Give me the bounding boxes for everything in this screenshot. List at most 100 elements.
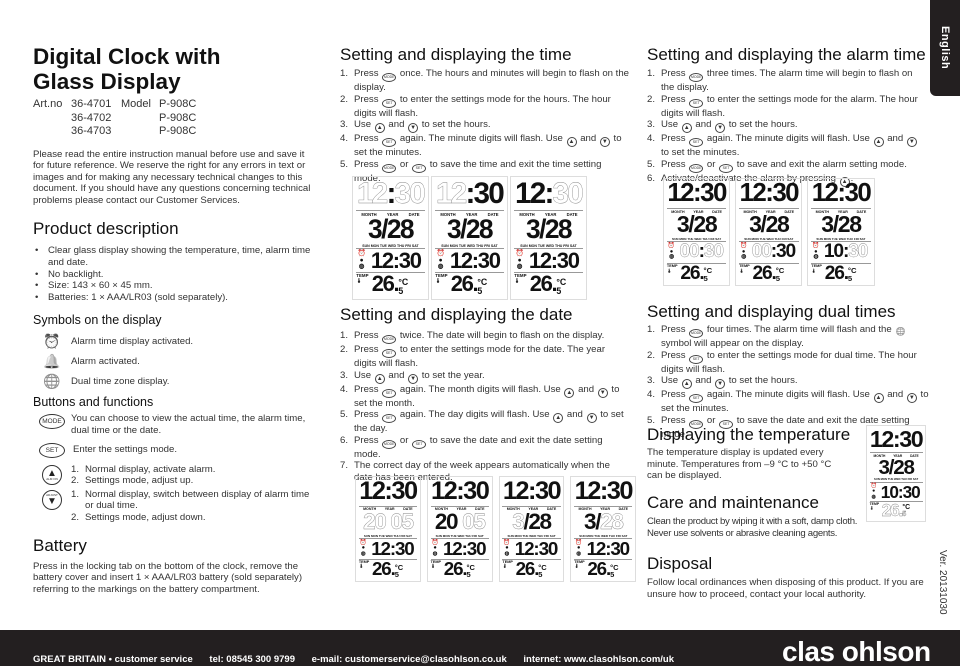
temp-label: TEMP 🌡 — [739, 263, 750, 273]
lcd-digits: 5 — [703, 274, 708, 284]
step-number: 3. — [647, 119, 656, 131]
step-item: 5. Press {SET} again. The day digits will… — [340, 409, 630, 435]
up-button-icon: {UP} — [681, 123, 692, 134]
mode-button-icon: {MODE} — [689, 329, 704, 338]
step-item: 1. Press {MODE} twice. The date will begi… — [340, 330, 630, 344]
product-item: Clear glass display showing the temperat… — [33, 245, 313, 268]
main-time: 12:30 — [359, 478, 418, 506]
alarm-clock-icon: ⏰ — [43, 332, 61, 349]
set-button-icon: {SET} — [382, 414, 397, 424]
step-item: 1. Press {MODE} three times. The alarm ti… — [647, 68, 927, 94]
main-time: 12:30 — [436, 179, 505, 210]
set-button-icon: SET — [39, 442, 65, 458]
step-text: Use {UP} and {DOWN} to set the year. — [354, 370, 485, 384]
lcd-digits: : — [544, 177, 554, 211]
date-value: 3/28 — [821, 210, 862, 237]
lcd-digits: 5 — [847, 274, 853, 284]
lcd-display: 12:30 MONTH YEAR DATE 3/28 SUN MON TUE WED TH… — [866, 425, 927, 523]
step-number: 6. — [340, 434, 349, 446]
up-button-icon: {UP} — [374, 373, 385, 384]
secondary-time: ⏰ ● ◍ 12:30 — [514, 249, 583, 274]
lcd-digits: 5 — [466, 570, 471, 580]
step-item: 2. Press {SET} to enter the settings mode… — [340, 94, 630, 120]
lcd-digits: 20 — [434, 509, 459, 535]
footer-email[interactable]: e-mail: customerservice@clasohlson.co.uk — [312, 654, 507, 665]
step-item: 2. Press {SET} to enter the settings mode… — [647, 94, 927, 120]
lcd-digits: 28 — [693, 210, 717, 237]
lcd-digits: 30 — [398, 248, 422, 274]
temperature: TEMP 🌡 26. °C 5 — [667, 262, 726, 284]
step-number: 2. — [340, 344, 349, 355]
lcd-digits: 12 — [811, 178, 839, 207]
temperature: TEMP 🌡 26. °C 5 — [811, 263, 870, 284]
article-cell — [33, 112, 71, 126]
version-label: Ver. 20131030 — [937, 550, 948, 615]
lcd-digits: 28 — [837, 210, 862, 237]
article-cell — [121, 112, 159, 126]
lcd-digits: 30 — [538, 538, 559, 560]
up-button-row: ▲ ALM ON 1. Normal display, activate alarm.… — [33, 464, 313, 487]
temperature: TEMP 🌡 26. °C 5 — [574, 558, 632, 580]
step-number: 3. — [340, 369, 349, 381]
lcd-display: 12:30 MONTH YEAR DATE 20 05 SUN MON TUE WED T… — [355, 476, 421, 583]
step-text: Press {SET} again. The day digits will f… — [354, 409, 624, 435]
set-button-icon: {SET} — [412, 163, 427, 173]
lcd-digits: 28 — [765, 210, 790, 237]
date-displays: 12:30 MONTH YEAR DATE 20 05 SUN MON TUE WED T… — [355, 476, 637, 583]
secondary-time: ⏰ ● ◍ 10:30 — [811, 242, 871, 264]
list-item: 1. Normal display, switch between display… — [71, 489, 313, 512]
set-button-icon: {SET} — [689, 98, 704, 108]
disposal-heading: Disposal — [647, 554, 713, 573]
step-number: 5. — [647, 158, 656, 170]
lcd-digits: 10 — [880, 481, 899, 502]
lcd-digits: 3 — [878, 455, 890, 479]
lcd-digits: 12 — [586, 538, 607, 560]
secondary-time-value: 10:30 — [878, 483, 923, 501]
secondary-time: ⏰ ● ◍ 12:30 — [502, 538, 561, 561]
lcd-digits: 3 — [749, 210, 762, 237]
secondary-time: ⏰ ● ◍ 12:30 — [430, 538, 489, 561]
battery-text: Press in the locking tab on the bottom o… — [33, 560, 303, 595]
dual-steps: 1. Press {MODE} four times. The alarm tim… — [647, 324, 937, 440]
dual-time-icon: {DUAL} — [895, 327, 906, 337]
secondary-time-value: 12:30 — [583, 539, 632, 559]
main-time: 12:30 — [811, 178, 872, 208]
set-button-icon: {SET} — [382, 138, 397, 148]
footer-website[interactable]: internet: www.clasohlson.com/uk — [523, 654, 674, 665]
lcd-display: 12:30 MONTH YEAR DATE 3/28 SUN MON TUE WED TH… — [735, 178, 803, 287]
step-text: Settings mode, adjust down. — [85, 512, 206, 523]
mode-button-icon: {MODE} — [382, 335, 397, 344]
step-text: Press {MODE} four times. The alarm time … — [661, 324, 907, 349]
alarm-dual-icons: ⏰ ● ◍ — [515, 249, 524, 271]
step-text: Settings mode, adjust up. — [85, 475, 194, 487]
step-text: Press {SET} to enter the settings mode f… — [354, 93, 611, 119]
lcd-digits: 5 — [775, 274, 780, 284]
lcd-digits: 26. — [587, 558, 611, 580]
temp-label: TEMP 🌡 — [435, 273, 448, 284]
time-displays: 12:30 MONTH YEAR DATE 3/28 SUN MON TUE WED TH… — [352, 176, 587, 301]
lcd-display: 12:30 MONTH YEAR DATE 3/28 SUN MON TUE WED TH… — [498, 476, 565, 583]
lcd-digits: 26. — [371, 271, 400, 297]
date-steps: 1. Press {MODE} twice. The date will begi… — [340, 330, 630, 484]
up-button-icon: {UP} — [873, 137, 884, 148]
lcd-digits: 30 — [606, 476, 634, 505]
alarm-dual-icons: ⏰ ● ◍ — [740, 242, 748, 261]
dual-heading: Setting and displaying dual times — [647, 302, 896, 321]
secondary-time: ⏰ ● ◍ 00:30 — [739, 241, 799, 264]
globe-icon: 🌐 — [43, 372, 61, 389]
step-text: Press {SET} again. The minute digits wil… — [354, 133, 622, 159]
date-value: 3/28 — [749, 210, 790, 237]
temperature-text: The temperature display is updated every… — [647, 447, 832, 482]
care-heading: Care and maintenance — [647, 493, 820, 512]
lcd-digits: 30 — [466, 538, 487, 560]
date-value: 20 05 — [363, 510, 414, 534]
product-description-heading: Product description — [33, 219, 179, 239]
step-item: 2. Press {SET} to enter the settings mode… — [647, 350, 937, 376]
step-item: 1. Press {MODE} once. The hours and minut… — [340, 68, 630, 94]
set-button-row: SET Enter the settings mode. — [33, 442, 313, 458]
lcd-digits: 26. — [680, 262, 704, 284]
temperature-display: 12:30 MONTH YEAR DATE 3/28 SUN MON TUE WED TH… — [866, 425, 927, 523]
lcd-digits: 30 — [776, 241, 796, 263]
secondary-time: ⏰ ● ◍ 12:30 — [435, 249, 504, 274]
set-button-icon: {SET} — [382, 98, 397, 108]
